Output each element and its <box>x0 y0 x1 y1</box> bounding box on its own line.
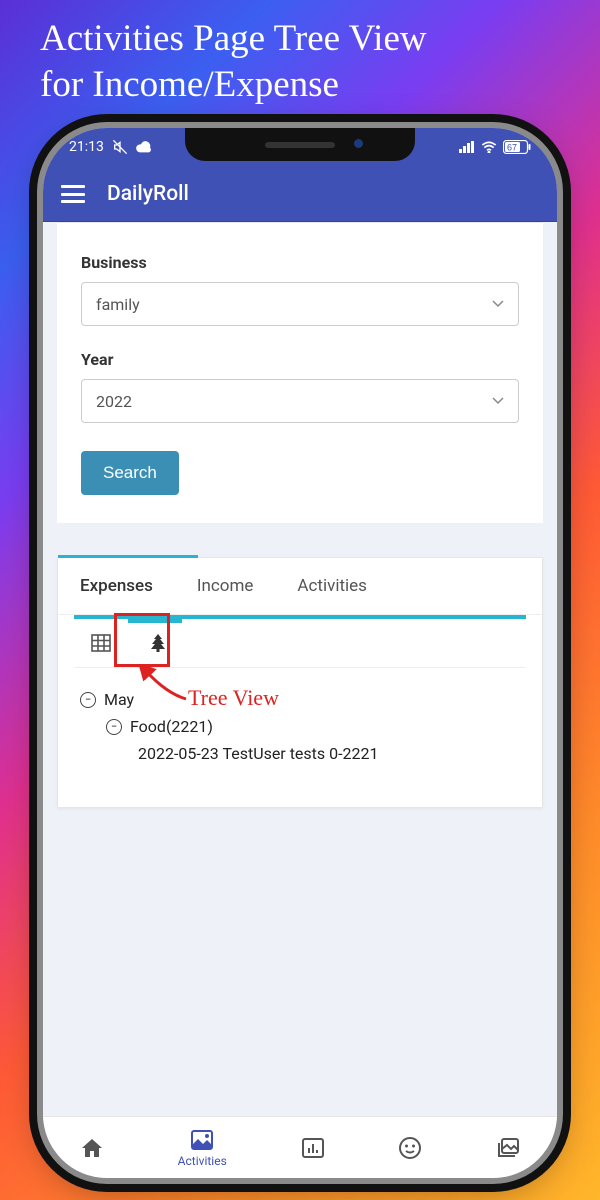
page-heading-line1: Activities Page Tree View <box>40 18 427 59</box>
bar-chart-icon <box>301 1136 325 1160</box>
nav-profile[interactable] <box>398 1136 422 1160</box>
bottom-nav: Activities <box>43 1116 557 1178</box>
nav-activities-label: Activities <box>178 1154 227 1168</box>
nav-gallery[interactable] <box>496 1136 520 1160</box>
collapse-icon[interactable]: − <box>106 719 122 735</box>
tree-leaf-entry[interactable]: 2022-05-23 TestUser tests 0-2221 <box>138 740 526 767</box>
year-value: 2022 <box>96 392 132 411</box>
home-icon <box>80 1136 104 1160</box>
tree-node-category[interactable]: − Food(2221) <box>106 713 526 740</box>
phone-frame: 21:13 67 <box>43 128 557 1178</box>
chevron-down-icon <box>492 397 504 405</box>
business-label: Business <box>81 253 519 272</box>
business-select[interactable]: family <box>81 282 519 326</box>
phone-notch <box>185 128 415 161</box>
search-button[interactable]: Search <box>81 451 179 495</box>
page-heading: Activities Page Tree View for Income/Exp… <box>40 16 570 109</box>
tree-month-label: May <box>104 690 134 709</box>
tab-income[interactable]: Income <box>175 558 276 614</box>
results-tabs: Expenses Income Activities <box>58 558 542 615</box>
face-icon <box>398 1136 422 1160</box>
svg-text:67: 67 <box>507 143 517 153</box>
tab-expenses[interactable]: Expenses <box>58 558 175 614</box>
image-icon <box>190 1128 214 1152</box>
page-heading-line2: for Income/Expense <box>40 64 339 105</box>
tree-view-button[interactable] <box>128 619 182 667</box>
app-title: DailyRoll <box>107 182 189 206</box>
table-view-button[interactable] <box>74 619 128 667</box>
menu-icon[interactable] <box>61 185 85 203</box>
tree-node-month[interactable]: − May <box>80 686 526 713</box>
expense-tree: − May − Food(2221) 2022-05-23 TestUser t… <box>74 686 526 767</box>
results-panel: Expenses Income Activities <box>57 557 543 808</box>
chevron-down-icon <box>492 300 504 308</box>
tree-entry-label: 2022-05-23 TestUser tests 0-2221 <box>138 744 379 763</box>
image-stack-icon <box>496 1136 520 1160</box>
view-switcher <box>74 615 526 668</box>
status-time: 21:13 <box>69 139 104 155</box>
screen-content: Business family Year 2022 Search <box>43 222 557 1116</box>
nav-home[interactable] <box>80 1136 104 1160</box>
signal-icon <box>459 141 475 153</box>
year-label: Year <box>81 350 519 369</box>
year-select[interactable]: 2022 <box>81 379 519 423</box>
battery-icon: 67 <box>503 140 531 154</box>
cloud-icon <box>136 141 152 153</box>
nav-stats[interactable] <box>301 1136 325 1160</box>
wifi-icon <box>481 141 497 153</box>
app-bar: DailyRoll <box>43 166 557 222</box>
business-value: family <box>96 295 140 314</box>
tab-activities[interactable]: Activities <box>275 558 389 614</box>
filter-form: Business family Year 2022 Search <box>57 222 543 523</box>
collapse-icon[interactable]: − <box>80 692 96 708</box>
mute-icon <box>112 139 128 155</box>
nav-activities[interactable]: Activities <box>178 1128 227 1168</box>
tree-category-label: Food(2221) <box>130 717 213 736</box>
